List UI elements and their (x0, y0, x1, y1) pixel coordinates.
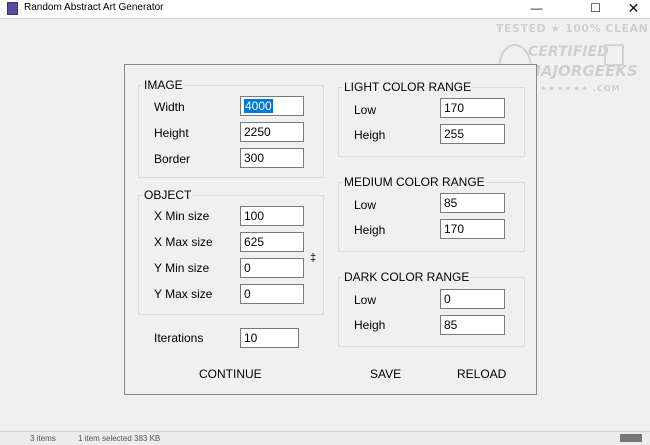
border-field[interactable]: 300 (240, 148, 304, 168)
light-low-label: Low (354, 103, 377, 117)
dark-low-field[interactable]: 0 (440, 289, 505, 309)
dark-color-range-title: DARK COLOR RANGE (343, 270, 471, 284)
client-divider (0, 18, 650, 19)
dark-high-field[interactable]: 85 (440, 315, 505, 335)
reload-button[interactable]: RELOAD (457, 367, 506, 381)
x-max-size-label: X Max size (154, 235, 213, 249)
app-icon (7, 2, 18, 15)
light-high-label: Heigh (354, 128, 386, 142)
height-label: Height (154, 126, 189, 140)
status-items-count: 3 items (30, 434, 56, 443)
dagger-marker: ‡ (310, 252, 317, 264)
continue-button[interactable]: CONTINUE (199, 367, 262, 381)
y-min-size-field[interactable]: 0 (240, 258, 304, 278)
border-label: Border (154, 152, 191, 166)
dark-high-label: Heigh (354, 318, 386, 332)
save-button[interactable]: SAVE (370, 367, 401, 381)
view-toggle-icon[interactable] (620, 434, 642, 442)
explorer-status-bar: 3 items 1 item selected 383 KB (0, 431, 650, 445)
watermark-line-1: TESTED ★ 100% CLEAN (496, 22, 649, 35)
watermark-check-icon (604, 44, 624, 66)
watermark-line-4: ★★★★★★ .COM (540, 84, 621, 93)
medium-color-range-title: MEDIUM COLOR RANGE (343, 175, 486, 189)
light-color-range-title: LIGHT COLOR RANGE (343, 80, 473, 94)
height-field[interactable]: 2250 (240, 122, 304, 142)
watermark-line-2: CERTIFIED (528, 44, 609, 60)
image-group-title: IMAGE (143, 78, 184, 92)
y-max-size-field[interactable]: 0 (240, 284, 304, 304)
x-min-size-label: X Min size (154, 209, 210, 223)
close-button[interactable]: ✕ (611, 0, 650, 18)
title-bar: Random Abstract Art Generator — ☐ ✕ (0, 0, 650, 18)
width-label: Width (154, 100, 185, 114)
y-max-size-label: Y Max size (154, 287, 213, 301)
light-low-field[interactable]: 170 (440, 98, 505, 118)
medium-low-label: Low (354, 198, 377, 212)
y-min-size-label: Y Min size (154, 261, 210, 275)
status-selection: 1 item selected 383 KB (78, 434, 161, 443)
window-title: Random Abstract Art Generator (24, 2, 164, 13)
iterations-label: Iterations (154, 331, 204, 345)
iterations-field[interactable]: 10 (240, 328, 299, 348)
width-value: 4000 (244, 99, 273, 113)
dark-color-range-group (338, 277, 525, 347)
x-max-size-field[interactable]: 625 (240, 232, 304, 252)
medium-low-field[interactable]: 85 (440, 193, 505, 213)
medium-high-label: Heigh (354, 223, 386, 237)
watermark-line-3: MAJORGEEKS (526, 62, 638, 80)
minimize-button[interactable]: — (514, 0, 559, 18)
dark-low-label: Low (354, 293, 377, 307)
object-group-title: OBJECT (143, 188, 193, 202)
medium-high-field[interactable]: 170 (440, 219, 505, 239)
x-min-size-field[interactable]: 100 (240, 206, 304, 226)
width-field[interactable]: 4000 (240, 96, 304, 116)
light-high-field[interactable]: 255 (440, 124, 505, 144)
